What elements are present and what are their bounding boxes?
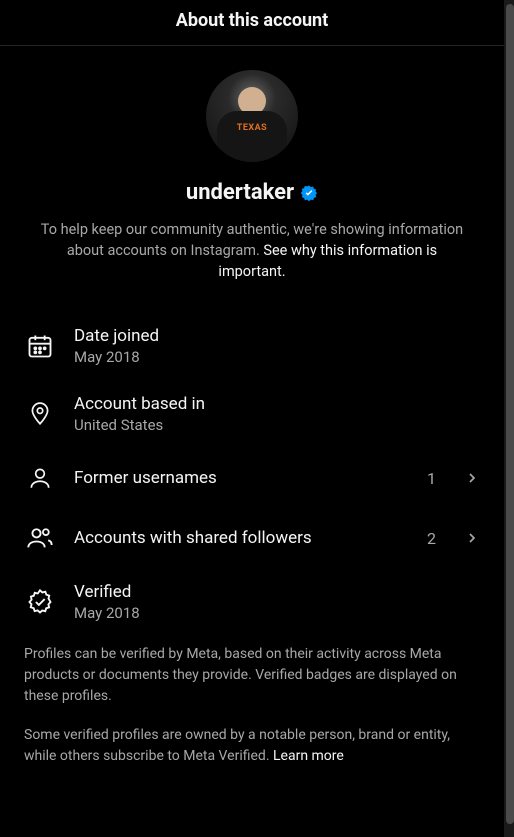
- scrollbar-track[interactable]: [504, 0, 514, 837]
- modal-header: About this account: [0, 0, 504, 46]
- footer-para-2: Some verified profiles are owned by a no…: [24, 725, 480, 767]
- info-row-verified: Verified May 2018: [24, 568, 480, 636]
- about-account-modal: About this account undertaker To help ke…: [0, 0, 504, 837]
- location-pin-icon: [24, 398, 56, 430]
- info-content: Account based in United States: [74, 394, 480, 434]
- scrollbar-thumb[interactable]: [506, 4, 514, 824]
- info-value: United States: [74, 416, 480, 434]
- chevron-right-icon: [464, 530, 480, 546]
- info-label: Former usernames: [74, 468, 409, 488]
- info-label: Accounts with shared followers: [74, 528, 409, 548]
- profile-section: undertaker To help keep our community au…: [24, 46, 480, 292]
- avatar: [206, 70, 298, 162]
- intro-text: To help keep our community authentic, we…: [24, 219, 480, 282]
- learn-more-link[interactable]: Learn more: [273, 748, 344, 764]
- person-icon: [24, 462, 56, 494]
- info-row-former-usernames[interactable]: Former usernames 1: [24, 448, 480, 508]
- info-label: Date joined: [74, 326, 480, 346]
- info-row-shared-followers[interactable]: Accounts with shared followers 2: [24, 508, 480, 568]
- modal-content: undertaker To help keep our community au…: [0, 46, 504, 837]
- username-row: undertaker: [24, 180, 480, 205]
- chevron-right-icon: [464, 470, 480, 486]
- info-count: 1: [427, 469, 436, 488]
- info-label: Verified: [74, 582, 480, 602]
- footer-para-2-prefix: Some verified profiles are owned by a no…: [24, 727, 450, 764]
- info-row-date-joined: Date joined May 2018: [24, 312, 480, 380]
- footer-para-1: Profiles can be verified by Meta, based …: [24, 644, 480, 707]
- footer-text: Profiles can be verified by Meta, based …: [24, 636, 480, 767]
- calendar-icon: [24, 330, 56, 362]
- info-content: Verified May 2018: [74, 582, 480, 622]
- info-content: Former usernames: [74, 468, 409, 488]
- modal-title: About this account: [0, 10, 504, 31]
- info-list: Date joined May 2018 Account based in Un…: [24, 292, 480, 636]
- info-row-account-based: Account based in United States: [24, 380, 480, 448]
- username: undertaker: [186, 180, 294, 205]
- info-value: May 2018: [74, 604, 480, 622]
- info-content: Accounts with shared followers: [74, 528, 409, 548]
- verified-seal-icon: [24, 586, 56, 618]
- verified-badge-icon: [300, 184, 318, 202]
- info-content: Date joined May 2018: [74, 326, 480, 366]
- info-count: 2: [427, 529, 436, 548]
- people-icon: [24, 522, 56, 554]
- info-label: Account based in: [74, 394, 480, 414]
- info-value: May 2018: [74, 348, 480, 366]
